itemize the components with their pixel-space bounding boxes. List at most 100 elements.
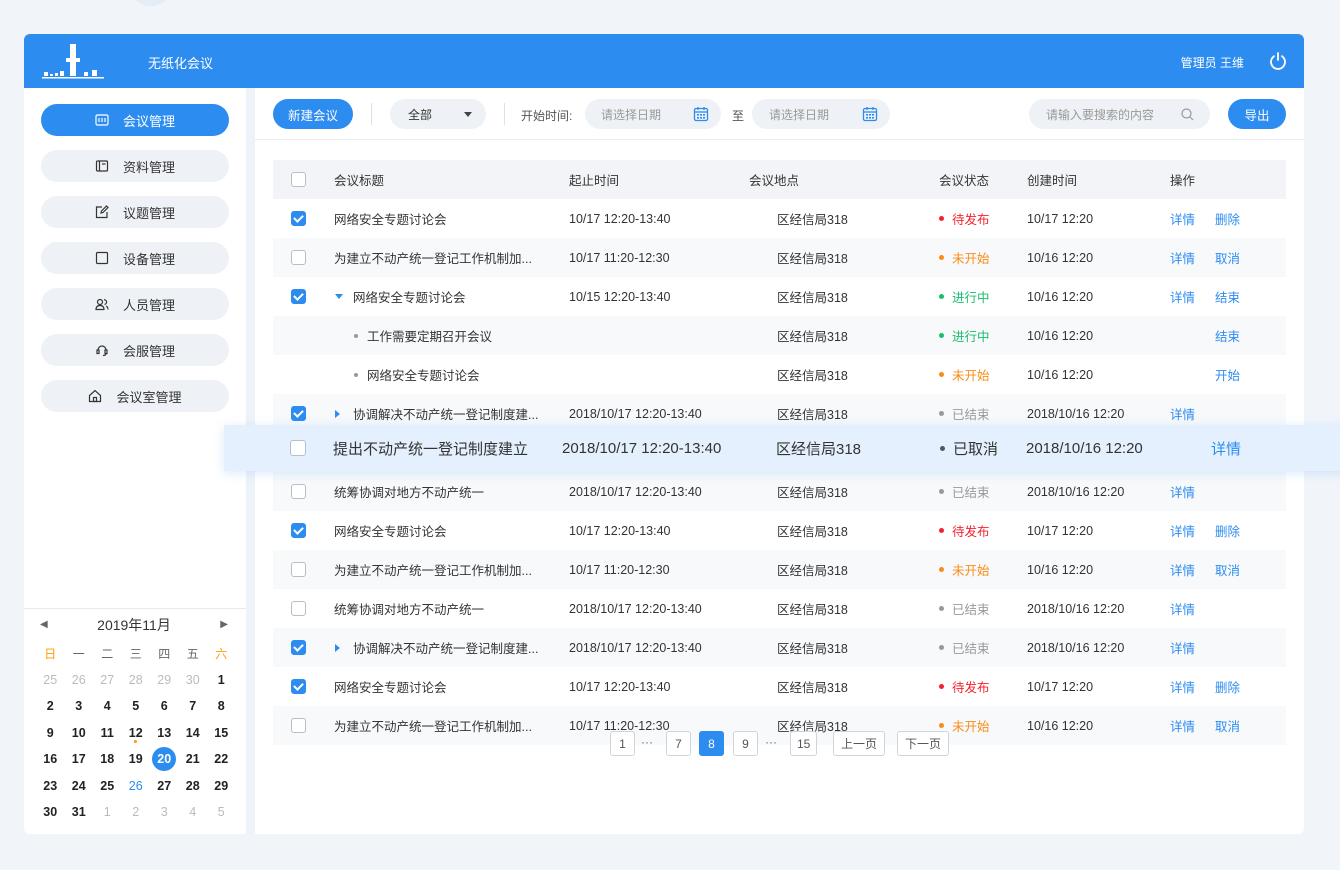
row-checkbox[interactable]	[291, 589, 306, 628]
calendar-day[interactable]: 27	[150, 773, 179, 800]
detail-link[interactable]: 详情	[1170, 628, 1195, 667]
calendar-day[interactable]: 4	[179, 799, 208, 826]
calendar-day[interactable]: 5	[122, 693, 151, 720]
calendar-day[interactable]: 23	[36, 773, 65, 800]
sidebar-item-0[interactable]: 会议管理	[41, 104, 229, 136]
select-all-checkbox[interactable]	[291, 160, 306, 199]
action-link[interactable]: 取消	[1215, 238, 1240, 277]
new-meeting-button[interactable]: 新建会议	[273, 99, 353, 129]
calendar-day[interactable]: 2	[36, 693, 65, 720]
start-date-input[interactable]: 请选择日期	[585, 99, 721, 129]
search-input[interactable]: 请输入要搜索的内容	[1029, 99, 1210, 129]
calendar-day[interactable]: 1	[207, 667, 236, 694]
sidebar-item-3[interactable]: 设备管理	[41, 242, 229, 274]
sidebar-item-6[interactable]: 会议室管理	[41, 380, 229, 412]
row-checkbox[interactable]	[291, 628, 306, 667]
calendar-day[interactable]: 26	[122, 773, 151, 800]
detail-link[interactable]: 详情	[1170, 277, 1195, 316]
calendar-day[interactable]: 29	[150, 667, 179, 694]
row-status: 待发布	[939, 511, 990, 550]
calendar-day[interactable]: 29	[207, 773, 236, 800]
calendar-day[interactable]: 26	[65, 667, 94, 694]
calendar-day[interactable]: 1	[93, 799, 122, 826]
prev-page-button[interactable]: 上一页	[833, 731, 885, 756]
status-filter-select[interactable]: 全部	[390, 99, 486, 129]
detail-link[interactable]: 详情	[1170, 511, 1195, 550]
calendar-day[interactable]: 2	[122, 799, 151, 826]
calendar-day[interactable]: 3	[150, 799, 179, 826]
action-link[interactable]: 开始	[1215, 355, 1240, 394]
calendar-day[interactable]: 28	[179, 773, 208, 800]
sidebar-item-5[interactable]: 会服管理	[41, 334, 229, 366]
calendar-day[interactable]: 24	[65, 773, 94, 800]
calendar-day[interactable]: 6	[150, 693, 179, 720]
action-link[interactable]: 删除	[1215, 511, 1240, 550]
search-icon[interactable]	[1181, 108, 1194, 121]
action-link[interactable]: 结束	[1215, 316, 1240, 355]
calendar-day[interactable]: 27	[93, 667, 122, 694]
row-checkbox[interactable]	[290, 425, 306, 471]
calendar-icon[interactable]	[693, 106, 709, 122]
user-name[interactable]: 管理员 王维	[1181, 54, 1244, 71]
sidebar-item-4[interactable]: 人员管理	[41, 288, 229, 320]
row-checkbox[interactable]	[291, 277, 306, 316]
table-row[interactable]: 统筹协调对地方不动产统一 2018/10/17 12:20-13:40 区经信局31…	[273, 472, 1286, 511]
end-date-input[interactable]: 请选择日期	[752, 99, 890, 129]
calendar-day[interactable]: 25	[93, 773, 122, 800]
detail-link[interactable]: 详情	[1211, 425, 1241, 471]
export-button[interactable]: 导出	[1228, 99, 1286, 129]
table-row-highlighted[interactable]: 提出不动产统一登记制度建立 2018/10/17 12:20-13:40 区经信…	[224, 425, 1340, 471]
detail-link[interactable]: 详情	[1170, 667, 1195, 706]
row-checkbox[interactable]	[291, 472, 306, 511]
detail-link[interactable]: 详情	[1170, 589, 1195, 628]
calendar-day[interactable]: 30	[36, 799, 65, 826]
table-row[interactable]: 网络安全专题讨论会 10/17 12:20-13:40 区经信局318 待发布 10/1…	[273, 511, 1286, 550]
table-row[interactable]: 工作需要定期召开会议 区经信局318 进行中 10/16 12:20 结束	[273, 316, 1286, 355]
table-row[interactable]: 为建立不动产统一登记工作机制加... 10/17 11:20-12:30 区经信局3…	[273, 550, 1286, 589]
calendar-day[interactable]: 30	[179, 667, 208, 694]
detail-link[interactable]: 详情	[1170, 472, 1195, 511]
sidebar-item-2[interactable]: 议题管理	[41, 196, 229, 228]
table-row[interactable]: 为建立不动产统一登记工作机制加... 10/17 11:20-12:30 区经信局3…	[273, 238, 1286, 277]
calendar-day[interactable]: 8	[207, 693, 236, 720]
action-link[interactable]: 删除	[1215, 667, 1240, 706]
page-1[interactable]: 1	[610, 731, 635, 756]
table-row[interactable]: 网络安全专题讨论会 10/15 12:20-13:40 区经信局318 进行中 10/1…	[273, 277, 1286, 316]
calendar-day[interactable]: 25	[36, 667, 65, 694]
row-checkbox[interactable]	[291, 667, 306, 706]
sidebar-item-1[interactable]: 资料管理	[41, 150, 229, 182]
action-link[interactable]: 结束	[1215, 277, 1240, 316]
page-7[interactable]: 7	[666, 731, 691, 756]
calendar-next-arrow-icon[interactable]: ▶	[220, 619, 228, 630]
row-checkbox[interactable]	[291, 511, 306, 550]
row-checkbox[interactable]	[291, 199, 306, 238]
page-15[interactable]: 15	[790, 731, 818, 756]
page-9[interactable]: 9	[733, 731, 758, 756]
next-page-button[interactable]: 下一页	[897, 731, 949, 756]
calendar-day[interactable]: 4	[93, 693, 122, 720]
table-row[interactable]: 统筹协调对地方不动产统一 2018/10/17 12:20-13:40 区经信局31…	[273, 589, 1286, 628]
row-created: 2018/10/16 12:20	[1027, 640, 1125, 655]
calendar-prev-arrow-icon[interactable]: ◀	[40, 619, 48, 630]
table-row[interactable]: 网络安全专题讨论会 10/17 12:20-13:40 区经信局318 待发布 10/1…	[273, 199, 1286, 238]
page-8-current[interactable]: 8	[699, 731, 724, 756]
table-row[interactable]: 网络安全专题讨论会 10/17 12:20-13:40 区经信局318 待发布 10/1…	[273, 667, 1286, 706]
power-icon[interactable]	[1268, 51, 1288, 71]
detail-link[interactable]: 详情	[1170, 550, 1195, 589]
calendar-day[interactable]: 7	[179, 693, 208, 720]
row-checkbox[interactable]	[291, 238, 306, 277]
calendar-day[interactable]: 3	[65, 693, 94, 720]
table-row[interactable]: 协调解决不动产统一登记制度建... 2018/10/17 12:20-13:40 区…	[273, 628, 1286, 667]
caret-right-icon[interactable]	[335, 628, 340, 667]
caret-down-icon[interactable]	[335, 277, 343, 316]
action-link[interactable]: 取消	[1215, 550, 1240, 589]
calendar-day[interactable]: 31	[65, 799, 94, 826]
calendar-day[interactable]: 5	[207, 799, 236, 826]
calendar-day[interactable]: 28	[122, 667, 151, 694]
detail-link[interactable]: 详情	[1170, 199, 1195, 238]
calendar-icon[interactable]	[862, 106, 878, 122]
detail-link[interactable]: 详情	[1170, 238, 1195, 277]
row-checkbox[interactable]	[291, 550, 306, 589]
table-row[interactable]: 网络安全专题讨论会 区经信局318 未开始 10/16 12:20 开始	[273, 355, 1286, 394]
action-link[interactable]: 删除	[1215, 199, 1240, 238]
